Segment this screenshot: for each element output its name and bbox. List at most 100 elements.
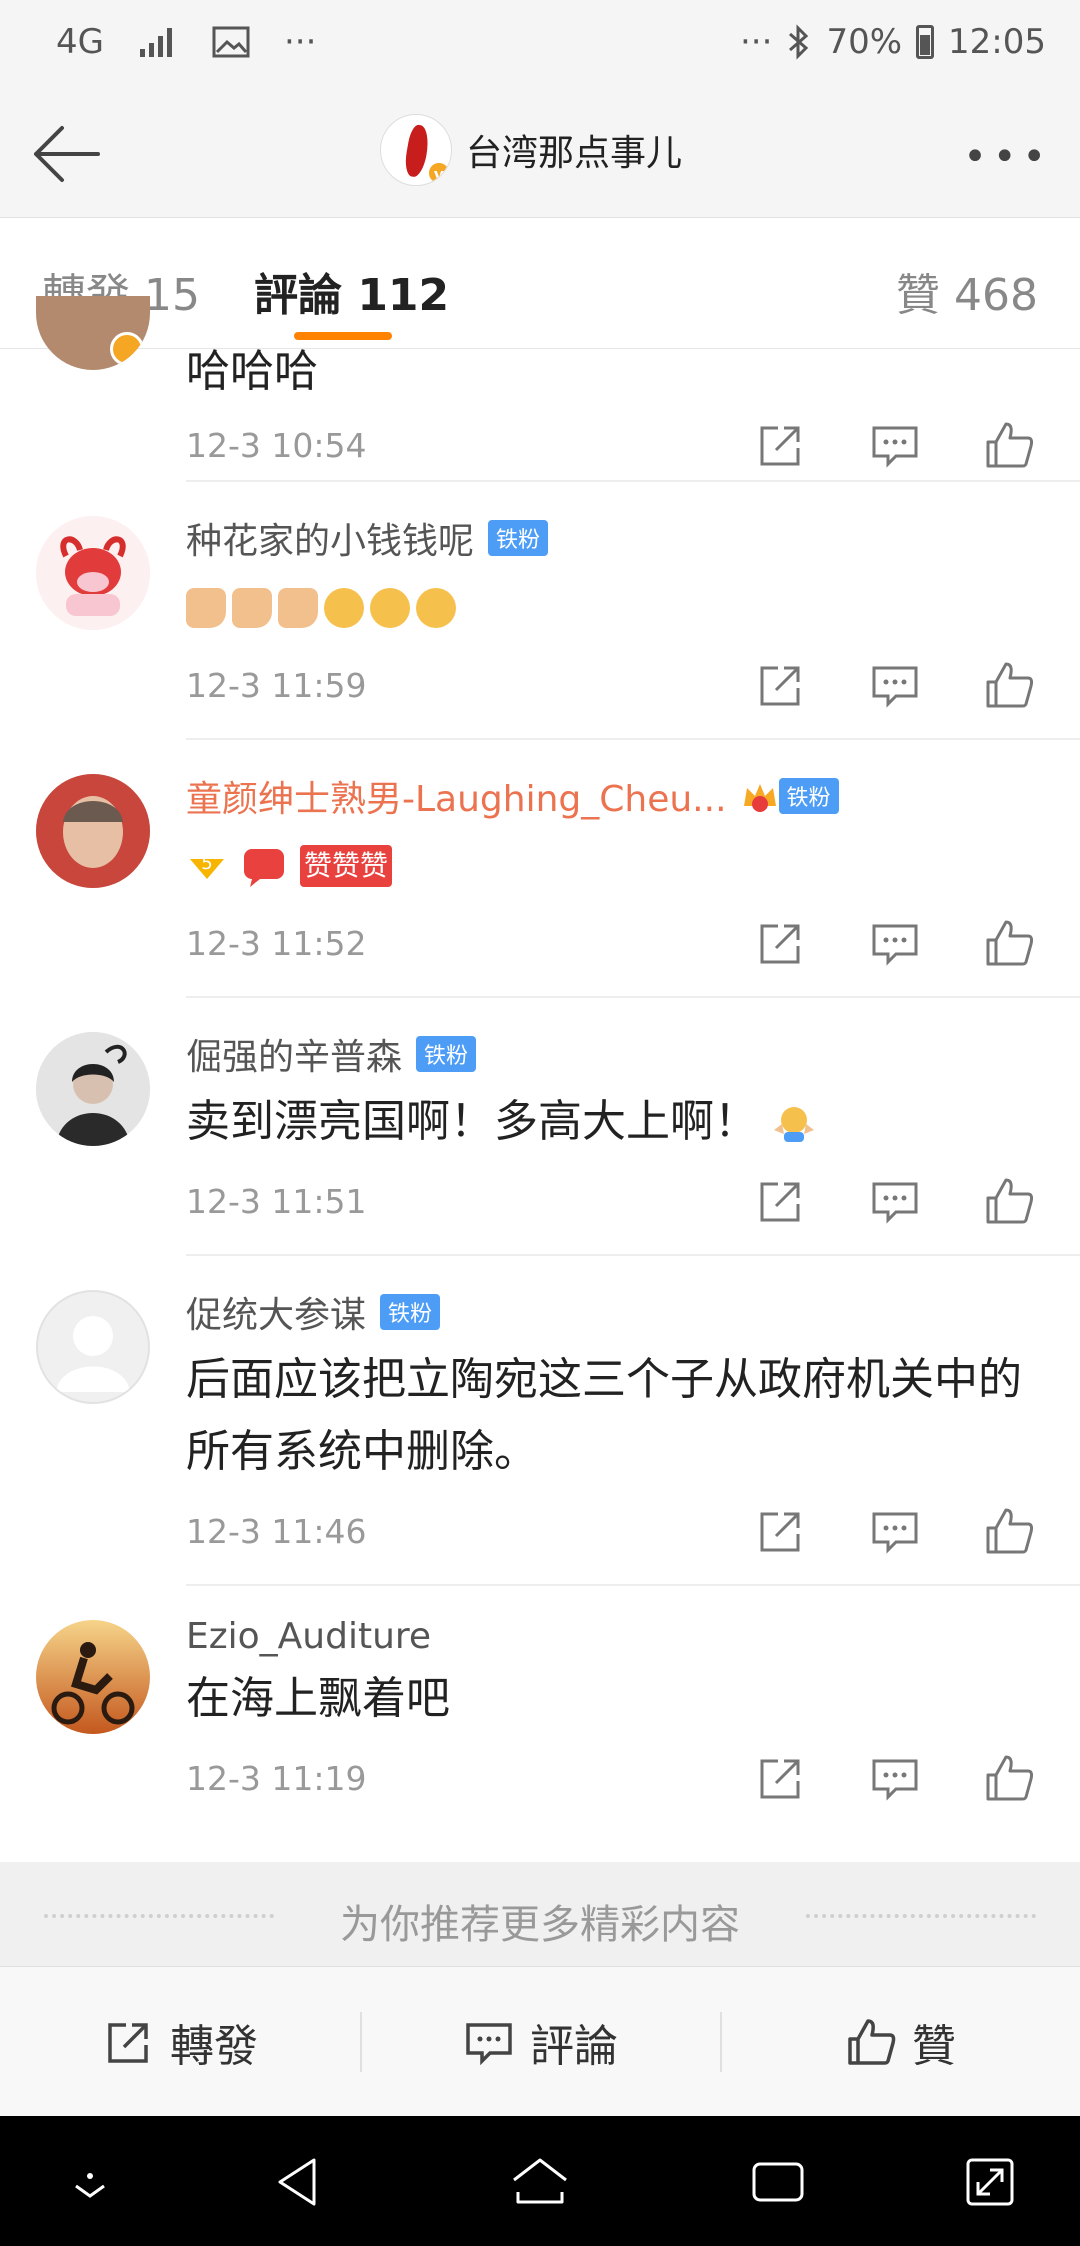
bull-mascot-avatar bbox=[36, 516, 150, 630]
recommend-divider: 为你推荐更多精彩内容 bbox=[0, 1862, 1080, 1966]
verified-icon: v bbox=[427, 161, 451, 185]
reply-icon[interactable] bbox=[868, 1174, 922, 1228]
account-header[interactable]: v 台湾那点事儿 bbox=[380, 114, 682, 186]
comment-meta: 12-3 10:54 bbox=[186, 414, 1080, 486]
reply-icon[interactable] bbox=[868, 916, 922, 970]
share-icon[interactable] bbox=[754, 916, 808, 970]
user-avatar[interactable] bbox=[36, 774, 150, 888]
comment-actions bbox=[754, 916, 1036, 970]
comment-meta: 12-3 11:46 bbox=[186, 1500, 1080, 1572]
vip-crown-icon bbox=[743, 784, 776, 812]
comment-text: 在海上飘着吧 bbox=[186, 1673, 450, 1724]
like-icon[interactable] bbox=[982, 916, 1036, 970]
comment-time: 12-3 11:19 bbox=[186, 1759, 367, 1798]
like-icon[interactable] bbox=[982, 418, 1036, 472]
share-icon[interactable] bbox=[754, 658, 808, 712]
reply-icon[interactable] bbox=[868, 418, 922, 472]
comment-meta: 12-3 11:52 bbox=[186, 912, 1080, 984]
username[interactable]: 童颜绅士熟男-Laughing_Cheu... bbox=[186, 770, 727, 822]
user-avatar[interactable] bbox=[36, 1620, 150, 1734]
comment-header: 倔强的辛普森 铁粉 bbox=[186, 1028, 1080, 1080]
kiss-emoji-icon bbox=[416, 588, 456, 628]
nav-back-icon[interactable] bbox=[270, 2152, 330, 2212]
comment-item: 倔强的辛普森 铁粉 卖到漂亮国啊！多高大上啊！ 12-3 11:51 bbox=[36, 998, 1080, 1256]
tab-bar: 轉發 15 評論 112 贊 468 bbox=[0, 219, 1080, 349]
comment-meta: 12-3 11:19 bbox=[186, 1747, 1080, 1819]
comment-header: 种花家的小钱钱呢 铁粉 bbox=[186, 512, 1080, 564]
user-avatar[interactable] bbox=[36, 1032, 150, 1146]
comment-time: 12-3 10:54 bbox=[186, 426, 367, 465]
reply-icon[interactable] bbox=[868, 1751, 922, 1805]
back-arrow-icon[interactable] bbox=[28, 116, 104, 192]
like-icon[interactable] bbox=[982, 1174, 1036, 1228]
status-bar: 4G ··· ··· 70% 12:05 bbox=[0, 0, 1080, 90]
fan-badge: 铁粉 bbox=[416, 1036, 477, 1072]
share-icon[interactable] bbox=[754, 418, 808, 472]
repost-button[interactable]: 轉發 bbox=[0, 1967, 360, 2116]
reply-icon[interactable] bbox=[868, 1504, 922, 1558]
fan-badge: 铁粉 bbox=[380, 1294, 441, 1330]
system-navigation-bar bbox=[0, 2116, 1080, 2246]
nav-home-icon[interactable] bbox=[508, 2152, 572, 2212]
kiss-emoji-icon bbox=[324, 588, 364, 628]
user-avatar[interactable] bbox=[36, 516, 150, 630]
comment-meta: 12-3 11:51 bbox=[186, 1170, 1080, 1242]
user-avatar[interactable] bbox=[36, 1290, 150, 1404]
like-icon[interactable] bbox=[982, 658, 1036, 712]
kiss-emoji-icon bbox=[370, 588, 410, 628]
username[interactable]: Ezio_Auditure bbox=[186, 1616, 431, 1657]
recommend-text[interactable]: 为你推荐更多精彩内容 bbox=[0, 1892, 1080, 1950]
comment-actions bbox=[754, 418, 1036, 472]
comment-time: 12-3 11:52 bbox=[186, 924, 367, 963]
more-notifications: ··· bbox=[283, 22, 317, 62]
like-icon[interactable] bbox=[982, 1504, 1036, 1558]
shrug-emoji-icon bbox=[774, 1107, 814, 1142]
battery-percent: 70% bbox=[826, 22, 903, 62]
more-options-icon[interactable]: ••• bbox=[963, 134, 1052, 180]
comment-list: 哈哈哈 12-3 10:54 种花家的小钱钱呢 铁粉 12-3 11:59 童颜… bbox=[0, 296, 1080, 1844]
comment-meta: 12-3 11:59 bbox=[186, 654, 1080, 726]
like-icon[interactable] bbox=[982, 1751, 1036, 1805]
comment-time: 12-3 11:51 bbox=[186, 1182, 367, 1221]
comment-time: 12-3 11:59 bbox=[186, 666, 367, 705]
share-icon[interactable] bbox=[754, 1751, 808, 1805]
hide-keyboard-icon[interactable] bbox=[60, 2152, 120, 2212]
user-photo bbox=[36, 1620, 150, 1734]
nav-recent-apps-icon[interactable] bbox=[748, 2152, 808, 2212]
comment-item: 种花家的小钱钱呢 铁粉 12-3 11:59 bbox=[36, 482, 1080, 740]
username[interactable]: 种花家的小钱钱呢 bbox=[186, 512, 474, 564]
thumbs-up-emoji-icon bbox=[232, 588, 272, 628]
account-avatar[interactable]: v bbox=[380, 114, 452, 186]
username[interactable]: 倔强的辛普森 bbox=[186, 1028, 402, 1080]
comment-body: 卖到漂亮国啊！多高大上啊！ bbox=[186, 1086, 1050, 1158]
svg-text:5: 5 bbox=[201, 853, 212, 874]
level-five-icon: 5 bbox=[190, 853, 224, 879]
username[interactable]: 促统大参谋 bbox=[186, 1286, 366, 1338]
clock: 12:05 bbox=[948, 22, 1046, 62]
account-name[interactable]: 台湾那点事儿 bbox=[466, 124, 682, 176]
gallery-icon bbox=[212, 26, 250, 58]
like-button[interactable]: 贊 bbox=[720, 1967, 1080, 2116]
bottom-action-bar: 轉發 評論 贊 bbox=[0, 1966, 1080, 2116]
comment-item: 哈哈哈 12-3 10:54 bbox=[36, 296, 1080, 482]
comment-header: Ezio_Auditure bbox=[186, 1616, 1080, 1657]
battery-icon bbox=[916, 25, 935, 59]
comment-actions bbox=[754, 658, 1036, 712]
comment-time: 12-3 11:46 bbox=[186, 1512, 367, 1551]
comment-button[interactable]: 評論 bbox=[360, 1967, 720, 2116]
thumbs-up-emoji-icon bbox=[278, 588, 318, 628]
tab-likes[interactable]: 贊 468 bbox=[896, 259, 1038, 323]
verified-icon bbox=[110, 332, 144, 366]
reply-icon[interactable] bbox=[868, 658, 922, 712]
comment-stickers: 5 赞赞赞 bbox=[186, 828, 1050, 900]
share-icon[interactable] bbox=[754, 1174, 808, 1228]
fan-badge: 铁粉 bbox=[488, 520, 549, 556]
zan-sticker: 赞赞赞 bbox=[300, 845, 393, 887]
share-icon[interactable] bbox=[754, 1504, 808, 1558]
tab-comments[interactable]: 評論 112 bbox=[254, 259, 449, 323]
user-avatar[interactable] bbox=[36, 296, 150, 370]
comment-item: Ezio_Auditure 在海上飘着吧 12-3 11:19 bbox=[36, 1586, 1080, 1844]
comment-header: 童颜绅士熟男-Laughing_Cheu... 铁粉 bbox=[186, 770, 1080, 822]
expand-icon[interactable] bbox=[960, 2152, 1020, 2212]
comment-header: 促统大参谋 铁粉 bbox=[186, 1286, 1080, 1338]
